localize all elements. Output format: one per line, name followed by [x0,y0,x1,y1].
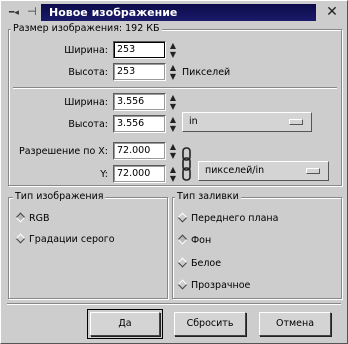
print-unit-dropdown[interactable]: in [182,112,312,132]
resolution-y-label: Y: [100,169,108,180]
dropdown-indicator-icon [289,119,303,125]
radio-indicator-icon [177,279,187,289]
image-size-heading: Размер изображения: 192 КБ [11,23,162,35]
radio-foreground-label: Переднего плана [191,213,279,224]
width-pixels-label: Ширина: [64,45,108,56]
print-width-label: Ширина: [64,97,108,108]
ok-button[interactable]: Да [87,309,163,339]
radio-background[interactable]: Фон [177,234,211,248]
print-height-label: Высота: [68,119,108,130]
radio-white[interactable]: Белое [177,257,221,271]
reset-button[interactable]: Сбросить [174,312,246,336]
fill-type-heading: Тип заливки [175,191,241,203]
pin-icon[interactable]: ⊣ [27,6,37,18]
cancel-button[interactable]: Отмена [259,312,331,336]
size-separator [13,87,337,89]
close-icon[interactable]: ✕ [323,4,341,21]
resolution-x-input[interactable]: 72.000 [113,142,166,160]
resolution-unit-dropdown[interactable]: пикселей/in [198,161,329,181]
radio-indicator-icon [15,233,25,243]
resolution-y-spinner[interactable]: ▲ ▼ [168,165,178,183]
title-bar[interactable]: ━◂ ⊣ Новое изображение ✕ [3,3,345,21]
width-pixels-input[interactable]: 253 [113,41,166,59]
height-pixels-spinner[interactable]: ▲ ▼ [168,63,178,81]
resolution-y-input[interactable]: 72.000 [113,165,166,183]
radio-grayscale[interactable]: Градации серого [15,233,115,247]
window-title: Новое изображение [49,6,178,19]
radio-indicator-icon [15,212,25,222]
radio-rgb-label: RGB [29,213,50,224]
radio-transparent-label: Прозрачное [191,280,251,291]
radio-grayscale-label: Градации серого [29,234,115,245]
resolution-unit-value: пикселей/in [205,165,265,176]
print-width-spinner[interactable]: ▲ ▼ [168,93,178,111]
radio-white-label: Белое [191,258,222,269]
width-pixels-spinner[interactable]: ▲ ▼ [168,41,178,59]
pixels-unit-label: Пикселей [182,67,231,78]
image-type-heading: Тип изображения [13,191,106,203]
print-unit-value: in [189,116,198,127]
radio-indicator-icon [177,234,187,244]
radio-rgb[interactable]: RGB [15,212,49,226]
resolution-x-spinner[interactable]: ▲ ▼ [168,142,178,160]
radio-foreground[interactable]: Переднего плана [177,212,278,226]
new-image-dialog: ━◂ ⊣ Новое изображение ✕ Размер изображе… [0,0,348,344]
dropdown-indicator-icon [306,168,320,174]
print-width-input[interactable]: 3.556 [113,93,166,111]
chain-link-icon[interactable] [181,146,193,182]
radio-indicator-icon [177,257,187,267]
height-pixels-label: Высота: [68,67,108,78]
print-height-spinner[interactable]: ▲ ▼ [168,115,178,133]
print-height-input[interactable]: 3.556 [113,115,166,133]
radio-transparent[interactable]: Прозрачное [177,279,250,293]
radio-indicator-icon [177,212,187,222]
radio-background-label: Фон [191,235,212,246]
window-menu-icon[interactable]: ━◂ [9,8,23,18]
height-pixels-input[interactable]: 253 [113,63,166,81]
resolution-x-label: Разрешение по X: [18,146,108,157]
